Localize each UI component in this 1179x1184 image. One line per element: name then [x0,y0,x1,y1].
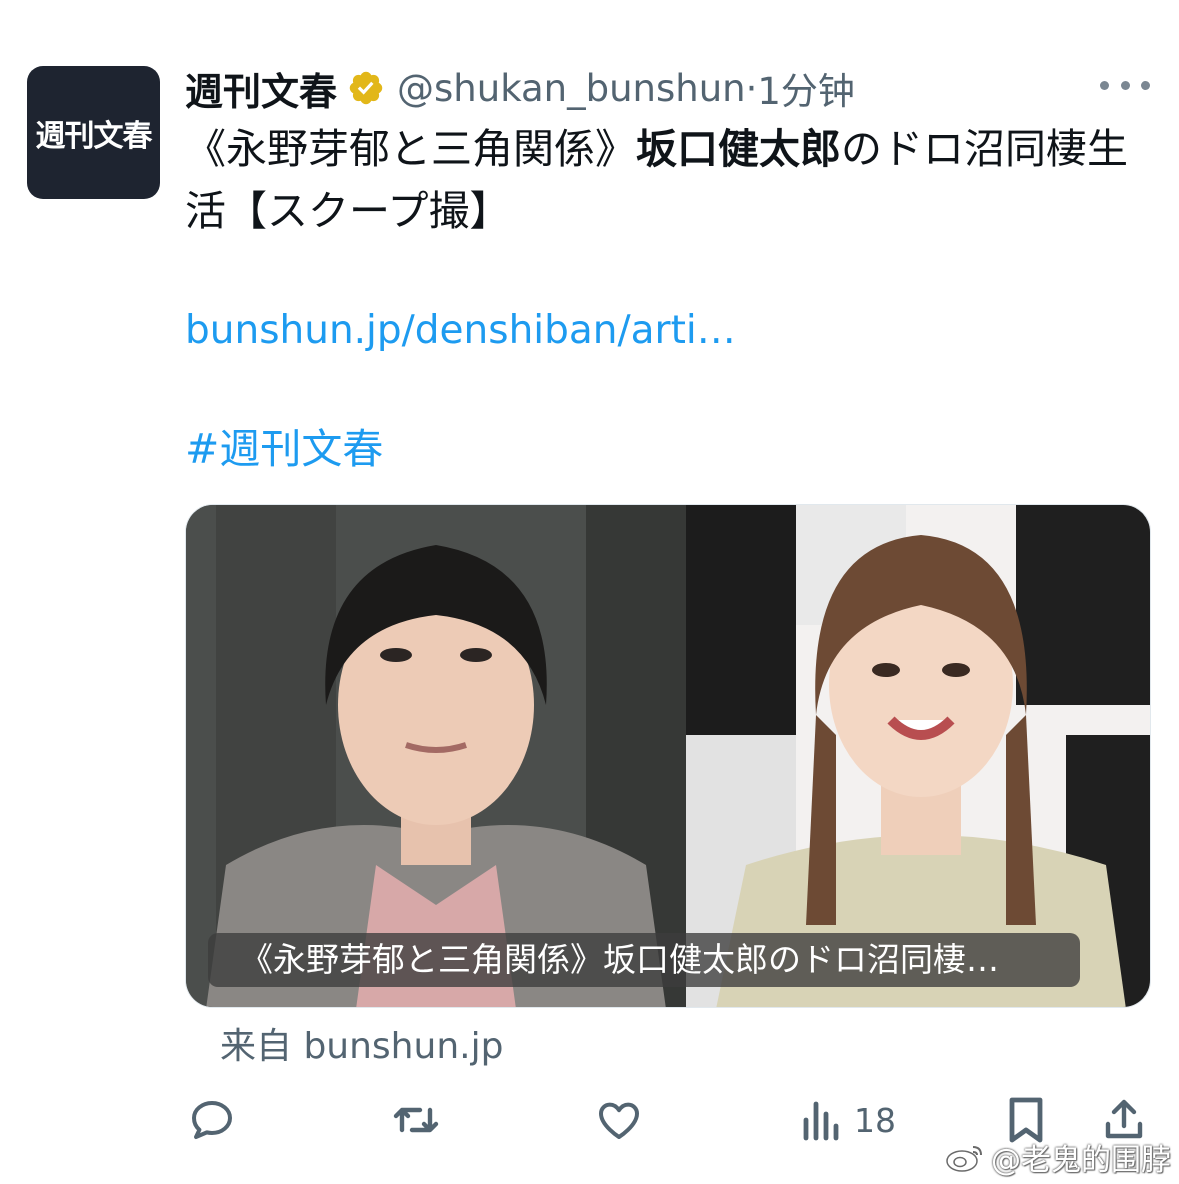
reply-button[interactable] [188,1093,236,1147]
card-source[interactable]: 来自 bunshun.jp [220,1020,503,1074]
view-count: 18 [854,1100,896,1140]
handle[interactable]: @shukan_bunshun [397,67,746,110]
weibo-logo-icon [946,1146,982,1172]
avatar-text: 週刊文春 [35,118,153,154]
card-title: 《永野芽郁と三角関係》坂口健太郎のドロ沼同棲… [208,933,1080,987]
tweet-header: 週刊文春 @shukan_bunshun · 1分钟 [185,58,855,118]
weibo-watermark: @老鬼的围脖 [945,1137,1171,1178]
retweet-button[interactable] [390,1093,442,1147]
like-button[interactable] [595,1093,643,1147]
display-name[interactable]: 週刊文春 [185,61,337,116]
watermark-text: @老鬼的围脖 [991,1143,1171,1178]
status-bar [0,0,1179,30]
avatar[interactable]: 週刊文春 [27,66,160,199]
views-chart-icon [803,1101,839,1141]
more-dot [1120,80,1130,90]
hashtag-link[interactable]: #週刊文春 [185,418,383,480]
heart-icon [599,1102,639,1139]
verified-badge-icon[interactable] [347,69,385,107]
tweet-text-part1: 《永野芽郁と三角関係》 [185,125,636,173]
more-options-icon[interactable] [1100,70,1150,100]
retweet-icon [393,1107,439,1133]
article-link[interactable]: bunshun.jp/denshiban/arti… [185,300,736,362]
reply-icon [192,1101,232,1139]
views-button[interactable]: 18 [800,1093,896,1147]
more-dot [1141,80,1150,90]
more-dot [1100,80,1109,90]
timestamp[interactable]: 1分钟 [757,61,855,115]
separator-dot: · [745,66,758,110]
card-image-left [186,505,686,1007]
tweet-text-bold: 坂口健太郎 [636,125,841,173]
tweet-text: 《永野芽郁と三角関係》坂口健太郎のドロ沼同棲生活【スクープ撮】 [185,118,1145,242]
card-image-right [686,505,1150,1007]
link-card[interactable]: 《永野芽郁と三角関係》坂口健太郎のドロ沼同棲… [185,504,1151,1008]
